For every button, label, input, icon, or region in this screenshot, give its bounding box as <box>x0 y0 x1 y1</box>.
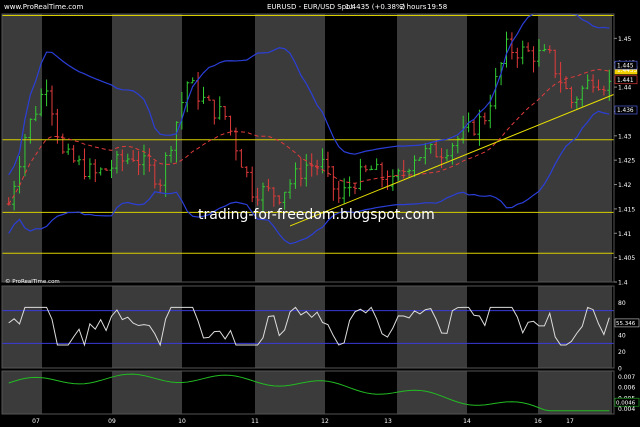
y-tick-label: 1.4 <box>618 280 628 287</box>
x-tick-label: 16 <box>534 418 542 425</box>
day-band <box>538 286 612 368</box>
chart-title: EURUSD - EUR/USD Spot <box>267 3 353 11</box>
day-band <box>112 371 182 414</box>
day-band <box>397 286 467 368</box>
day-band <box>538 371 612 414</box>
y-tick-label: 1.43 <box>618 133 632 140</box>
price-label: 1.441 <box>617 78 634 84</box>
x-tick-label: 11 <box>251 418 259 425</box>
chart-canvas: 1.451.4451.441.4351.431.4251.421.4151.41… <box>1 3 640 425</box>
y-tick-label: 1.45 <box>618 36 632 43</box>
y-tick-label: 1.405 <box>618 255 635 262</box>
y-tick-label: 1.415 <box>618 206 635 213</box>
rsi-tick-label: 40 <box>618 333 626 340</box>
rsi-tick-label: 0 <box>618 366 622 373</box>
blog-watermark: trading-for-freedom.blogspot.com <box>198 207 435 223</box>
day-band <box>325 286 397 368</box>
x-tick-label: 14 <box>463 418 471 425</box>
day-band <box>538 14 612 282</box>
bottom-watermark: © ProRealTime.com <box>5 278 60 285</box>
day-band <box>182 286 255 368</box>
day-band <box>112 286 182 368</box>
price-label: 1.445 <box>617 63 634 69</box>
day-band <box>255 371 325 414</box>
y-tick-label: 1.44 <box>618 85 632 92</box>
price-label: 1.436 <box>617 108 634 114</box>
rsi-tick-label: 20 <box>618 349 626 356</box>
day-band <box>467 371 538 414</box>
day-band <box>42 286 112 368</box>
macd-tick-label: 0.006 <box>618 385 635 392</box>
day-band <box>182 371 255 414</box>
rsi-tick-label: 80 <box>618 300 626 307</box>
day-band <box>2 286 42 368</box>
x-tick-label: 07 <box>32 418 40 425</box>
macd-tick-label: 0.007 <box>618 374 635 381</box>
x-tick-label: 13 <box>384 418 392 425</box>
y-tick-label: 1.425 <box>618 158 635 165</box>
x-tick-label: 09 <box>108 418 116 425</box>
price-change: 1.4435 (+0.38%) <box>345 3 406 11</box>
top-watermark: www.ProRealTime.com <box>4 3 83 11</box>
y-tick-label: 1.42 <box>618 182 632 189</box>
x-tick-label: 10 <box>178 418 186 425</box>
y-tick-label: 1.41 <box>618 231 632 238</box>
x-tick-label: 12 <box>321 418 329 425</box>
day-band <box>42 14 112 282</box>
macd-tick-label: 0.004 <box>618 406 635 413</box>
day-band <box>325 371 397 414</box>
day-band <box>467 14 538 282</box>
day-band <box>467 286 538 368</box>
x-tick-label: 17 <box>566 418 574 425</box>
rsi-value-label: 55.346 <box>616 321 636 327</box>
day-band <box>397 14 467 282</box>
macd-value-label: 0.0046 <box>616 400 636 406</box>
day-band <box>182 14 255 282</box>
timeframe: 2 hours <box>400 3 427 11</box>
day-band <box>2 14 42 282</box>
clock-time: 19:58 <box>427 3 447 11</box>
day-band <box>42 371 112 414</box>
